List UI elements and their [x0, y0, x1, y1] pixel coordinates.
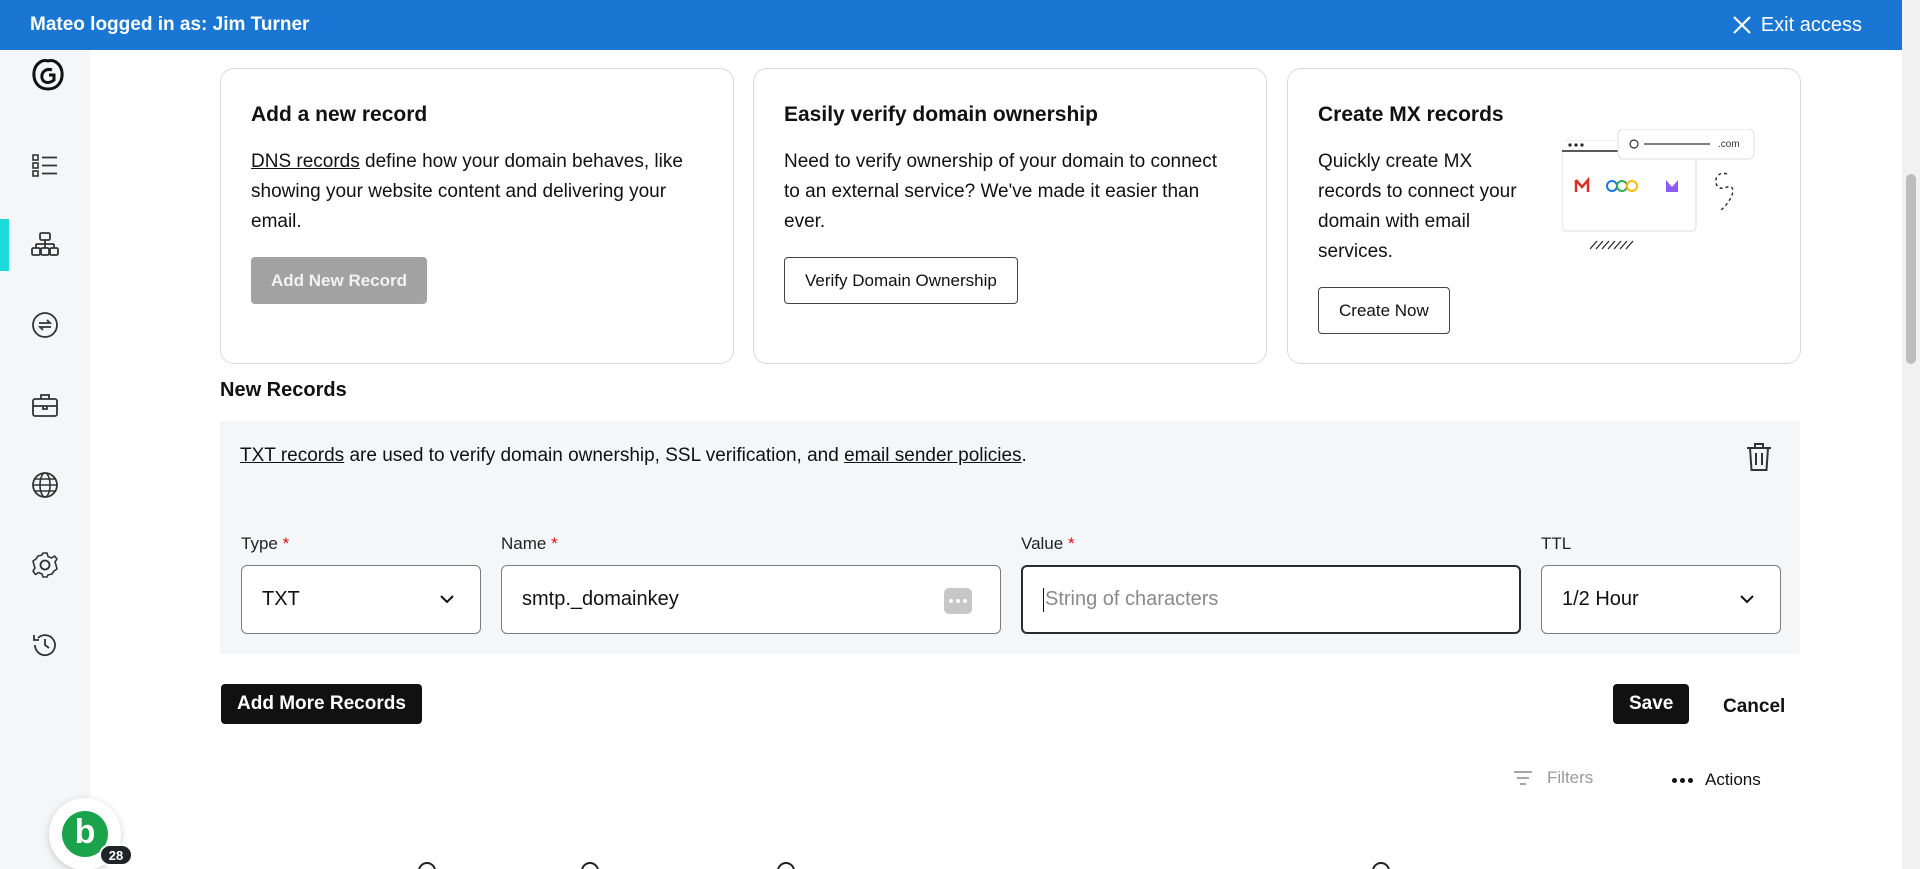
cancel-button[interactable]: Cancel — [1723, 696, 1785, 718]
email-providers-illustration: .com — [1562, 129, 1755, 250]
name-value: smtp._domainkey — [522, 588, 679, 610]
type-select[interactable]: TXT — [241, 565, 481, 634]
scrollbar-thumb[interactable] — [1906, 174, 1916, 364]
save-button[interactable]: Save — [1613, 684, 1690, 724]
godaddy-logo-icon — [32, 59, 64, 91]
transfer-icon — [32, 312, 58, 338]
txt-records-info: TXT records are used to verify domain ow… — [240, 445, 1027, 467]
create-mx-card: Create MX records Quickly create MX reco… — [1287, 68, 1801, 364]
filters-button[interactable]: Filters — [1513, 768, 1593, 788]
txt-records-link[interactable]: TXT records — [240, 445, 344, 466]
ttl-select[interactable]: 1/2 Hour — [1541, 565, 1781, 634]
column-info-icon[interactable] — [1372, 862, 1390, 869]
briefcase-icon — [32, 394, 58, 417]
info-text: are used to verify domain ownership, SSL… — [344, 445, 845, 466]
add-record-card: Add a new record DNS records define how … — [220, 68, 734, 364]
column-info-icon[interactable] — [418, 862, 436, 869]
actions-button[interactable]: Actions — [1672, 770, 1761, 790]
card-text: DNS records define how your domain behav… — [251, 147, 703, 237]
close-icon — [1733, 16, 1751, 34]
globe-icon — [32, 472, 58, 498]
verify-domain-card: Easily verify domain ownership Need to v… — [753, 68, 1267, 364]
info-end: . — [1021, 445, 1027, 466]
impersonation-bar: Mateo logged in as: Jim Turner Exit acce… — [0, 0, 1902, 50]
sidebar-item-dns[interactable] — [0, 219, 90, 271]
sidebar-item-list[interactable] — [0, 139, 90, 191]
chevron-down-icon — [440, 595, 454, 604]
filters-label: Filters — [1547, 768, 1594, 787]
page-scrollbar[interactable] — [1902, 0, 1920, 869]
card-text: Quickly create MX records to connect you… — [1318, 151, 1517, 262]
name-label: Name * — [501, 534, 558, 553]
card-title: Add a new record — [251, 103, 428, 126]
trash-icon[interactable] — [1744, 441, 1774, 473]
list-icon — [32, 154, 57, 177]
gear-icon — [32, 552, 58, 578]
add-new-record-button[interactable]: Add New Record — [251, 257, 428, 304]
card-text: Need to verify ownership of your domain … — [784, 151, 1218, 232]
history-icon — [33, 634, 56, 657]
dns-records-link[interactable]: DNS records — [251, 151, 360, 172]
avatar[interactable]: b 28 — [49, 798, 133, 869]
new-record-form: TXT records are used to verify domain ow… — [220, 421, 1800, 654]
exit-access-label: Exit access — [1760, 13, 1862, 36]
column-info-icon[interactable] — [581, 862, 599, 869]
text-cursor — [1043, 587, 1044, 612]
sitemap-icon — [31, 232, 59, 256]
ttl-value: 1/2 Hour — [1562, 588, 1639, 610]
logged-in-as-text: Mateo logged in as: Jim Turner — [30, 14, 310, 35]
actions-label: Actions — [1705, 770, 1761, 789]
sidebar-item-history[interactable] — [0, 619, 90, 671]
more-horizontal-icon — [1672, 777, 1693, 783]
value-input[interactable]: String of characters — [1021, 565, 1521, 634]
domain-tld-text: .com — [1718, 139, 1740, 150]
filter-icon — [1514, 771, 1532, 785]
add-more-records-button[interactable]: Add More Records — [221, 684, 422, 724]
exit-access-button[interactable]: Exit access — [1731, 14, 1862, 37]
email-sender-policies-link[interactable]: email sender policies — [844, 445, 1021, 466]
verify-domain-ownership-button[interactable]: Verify Domain Ownership — [784, 257, 1018, 304]
value-label: Value * — [1021, 534, 1075, 553]
column-info-icon[interactable] — [777, 862, 795, 869]
type-value: TXT — [262, 588, 300, 610]
sidebar-item-domains[interactable] — [0, 459, 90, 511]
type-label: Type * — [241, 534, 290, 553]
notification-badge: 28 — [99, 844, 133, 866]
value-placeholder: String of characters — [1045, 588, 1219, 610]
new-records-title: New Records — [220, 379, 347, 401]
sidebar-item-transfer[interactable] — [0, 299, 90, 351]
chevron-down-icon — [1740, 595, 1754, 604]
name-input[interactable]: smtp._domainkey — [501, 565, 1001, 634]
sidebar-item-settings[interactable] — [0, 539, 90, 591]
ttl-label: TTL — [1541, 534, 1572, 553]
password-manager-icon[interactable] — [944, 588, 972, 614]
sidebar: b 28 — [0, 50, 133, 869]
card-title: Create MX records — [1318, 103, 1504, 126]
card-title: Easily verify domain ownership — [784, 103, 1098, 126]
sidebar-item-business[interactable] — [0, 379, 90, 431]
create-now-button[interactable]: Create Now — [1318, 287, 1450, 334]
